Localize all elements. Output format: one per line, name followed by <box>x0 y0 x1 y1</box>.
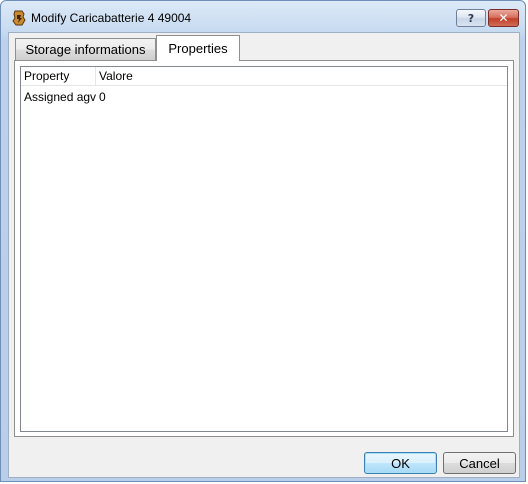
table-row[interactable]: Assigned agv 0 <box>21 87 507 107</box>
window-title: Modify Caricabatterie 4 49004 <box>31 11 192 25</box>
property-grid[interactable]: Property Valore Assigned agv 0 <box>20 66 508 432</box>
dialog-client-area: Storage informations Properties Property… <box>8 32 520 478</box>
dialog-window: Modify Caricabatterie 4 49004 ? ✕ Storag… <box>0 0 526 482</box>
ok-button-label: OK <box>391 455 410 471</box>
grid-header: Property Valore <box>21 67 507 86</box>
cell-property: Assigned agv <box>24 90 96 104</box>
tab-storage-informations[interactable]: Storage informations <box>15 38 156 60</box>
title-bar[interactable]: Modify Caricabatterie 4 49004 ? ✕ <box>1 1 527 33</box>
help-icon: ? <box>467 11 475 25</box>
column-header-property[interactable]: Property <box>21 67 96 85</box>
cell-value[interactable]: 0 <box>96 87 296 107</box>
cancel-button-label: Cancel <box>459 455 500 471</box>
close-icon: ✕ <box>498 11 509 25</box>
ok-button[interactable]: OK <box>364 452 437 474</box>
tab-properties[interactable]: Properties <box>156 35 240 61</box>
column-header-valore[interactable]: Valore <box>96 67 507 85</box>
tab-label: Properties <box>168 41 228 56</box>
close-button[interactable]: ✕ <box>488 9 519 27</box>
tab-label: Storage informations <box>25 42 146 57</box>
cancel-button[interactable]: Cancel <box>443 452 516 474</box>
properties-tab-pane: Property Valore Assigned agv 0 <box>14 60 514 437</box>
app-icon <box>12 10 26 26</box>
help-button[interactable]: ? <box>456 9 486 27</box>
